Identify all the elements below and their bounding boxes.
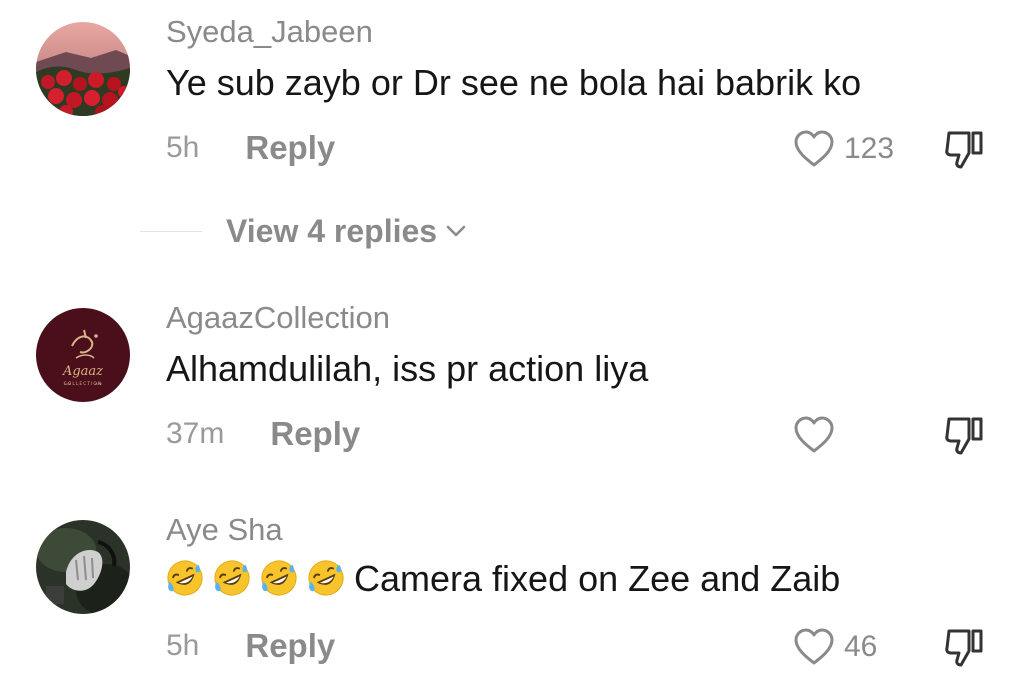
reply-button[interactable]: Reply: [245, 627, 335, 665]
thumbs-down-icon: [945, 131, 983, 169]
dislike-button[interactable]: [940, 624, 990, 670]
comments-panel: Syeda_Jabeen Ye sub zayb or Dr see ne bo…: [0, 0, 1024, 697]
avatar-logo-text: Agaaz: [62, 364, 103, 379]
comment-username[interactable]: Syeda_Jabeen: [166, 14, 373, 50]
avatar[interactable]: [36, 520, 130, 614]
comment-time: 5h: [166, 629, 200, 662]
comment-time: 5h: [166, 131, 200, 164]
comment-text: Ye sub zayb or Dr see ne bola hai babrik…: [166, 62, 862, 103]
heart-icon: [794, 130, 834, 167]
heart-icon: [794, 628, 834, 665]
comment-username[interactable]: Aye Sha: [166, 512, 283, 548]
like-count: 123: [844, 132, 895, 165]
comment-meta: 5h Reply: [166, 626, 335, 666]
like-count: 46: [844, 630, 878, 663]
rolling-on-floor-laughing-emoji-icon: [214, 560, 250, 596]
comment-text-body: Camera fixed on Zee and Zaib: [354, 558, 841, 599]
agaaz-logo-avatar-icon: Agaaz COLLECTION: [36, 308, 130, 402]
dark-photo-avatar-icon: [36, 520, 130, 614]
comment-text: Camera fixed on Zee and Zaib: [166, 558, 840, 600]
dislike-button[interactable]: [940, 412, 990, 458]
chevron-down-icon: [445, 224, 467, 238]
avatar[interactable]: Agaaz COLLECTION: [36, 308, 130, 402]
like-button[interactable]: [792, 412, 844, 458]
comment-username[interactable]: AgaazCollection: [166, 300, 390, 336]
dislike-button[interactable]: [940, 126, 990, 172]
rolling-on-floor-laughing-emoji-icon: [261, 560, 297, 596]
like-button[interactable]: 123: [792, 126, 894, 172]
rolling-on-floor-laughing-emoji-icon: [167, 560, 203, 596]
thumbs-down-icon: [945, 629, 983, 667]
reply-button[interactable]: Reply: [270, 415, 360, 453]
comment-text: Alhamdulilah, iss pr action liya: [166, 348, 649, 389]
view-replies-row[interactable]: View 4 replies: [140, 206, 467, 256]
heart-icon: [794, 416, 834, 453]
divider-line: [140, 230, 202, 232]
comment-meta: 5h Reply: [166, 128, 335, 168]
red-roses-avatar-icon: [36, 22, 130, 116]
comment-time: 37m: [166, 417, 225, 450]
rolling-on-floor-laughing-emoji-icon: [308, 560, 344, 596]
like-button[interactable]: 46: [792, 624, 877, 670]
view-replies-button[interactable]: View 4 replies: [226, 213, 437, 250]
avatar[interactable]: [36, 22, 130, 116]
thumbs-down-icon: [945, 417, 983, 455]
comment-meta: 37m Reply: [166, 414, 360, 454]
reply-button[interactable]: Reply: [245, 129, 335, 167]
